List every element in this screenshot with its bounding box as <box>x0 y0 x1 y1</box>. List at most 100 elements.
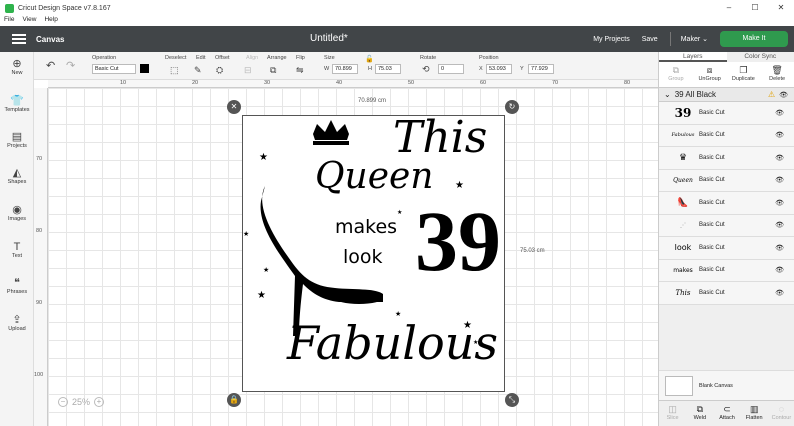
ungroup-icon: ⧈ <box>706 65 713 75</box>
design-text-queen: Queen <box>315 156 434 197</box>
layer-row[interactable]: This Basic Cut 👁 <box>659 282 794 305</box>
blank-canvas-swatch[interactable] <box>665 375 693 396</box>
delete-handle-icon[interactable]: ✕ <box>227 100 241 114</box>
width-input[interactable]: 70.899 <box>332 64 358 74</box>
selected-design[interactable]: ★ ★ ★ ★ ★ ★ ★ ★ ★ This Queen makes look … <box>242 112 505 392</box>
sidebar-item-shapes[interactable]: ◭ Shapes <box>0 167 34 185</box>
machine-select[interactable]: Maker ⌄ <box>681 35 708 43</box>
menu-view[interactable]: View <box>22 16 36 26</box>
ruler-tick-label: 10 <box>120 80 127 86</box>
eye-icon[interactable]: 👁 <box>779 91 788 99</box>
my-projects-link[interactable]: My Projects <box>593 36 630 43</box>
hamburger-menu-icon[interactable] <box>12 34 26 44</box>
header-divider <box>669 32 671 46</box>
edit-pen-icon[interactable]: ✎ <box>194 65 202 76</box>
action-label: Contour <box>771 415 792 421</box>
sidebar-item-label: Upload <box>8 326 26 332</box>
color-swatch[interactable] <box>140 64 149 73</box>
layer-group[interactable]: ⌄ 39 All Black ⚠ 👁 <box>659 88 794 102</box>
design-text-fabulous: Fabulous <box>287 316 498 370</box>
arrange-icon[interactable]: ⧉ <box>270 65 276 76</box>
offset-icon[interactable]: ⛭ <box>216 65 223 76</box>
eye-icon[interactable]: 👁 <box>775 199 784 207</box>
sidebar-item-label: Text <box>11 253 23 259</box>
resize-handle-icon[interactable]: ⤡ <box>505 393 519 407</box>
sidebar-item-images[interactable]: ◉ Images <box>0 204 34 222</box>
delete-button[interactable]: 🗑 Delete <box>760 62 794 87</box>
layer-name: Basic Cut <box>699 222 725 229</box>
layer-row[interactable]: 39 Basic Cut 👁 <box>659 102 794 125</box>
layer-row[interactable]: Queen Basic Cut 👁 <box>659 170 794 192</box>
operation-select[interactable]: Basic Cut <box>92 64 136 74</box>
lock-icon[interactable]: 🔓 <box>365 55 374 63</box>
eye-icon[interactable]: 👁 <box>775 266 784 274</box>
undo-icon[interactable]: ↶ <box>46 59 55 72</box>
sidebar-item-label: Phrases <box>6 289 28 295</box>
rotate-label: Rotate <box>420 55 437 61</box>
sidebar-item-phrases[interactable]: ❝ Phrases <box>0 277 34 295</box>
sidebar-item-new[interactable]: ⊕ New <box>0 58 34 76</box>
sidebar-item-upload[interactable]: ⇪ Upload <box>0 314 34 332</box>
flip-icon[interactable]: ⇋ <box>296 65 304 76</box>
svg-text:★: ★ <box>397 209 402 216</box>
ruler-vertical: 70 80 90 100 <box>34 88 48 426</box>
layer-row[interactable]: makes Basic Cut 👁 <box>659 260 794 282</box>
redo-icon[interactable]: ↷ <box>66 59 75 72</box>
eye-icon[interactable]: 👁 <box>775 131 784 139</box>
group-button[interactable]: ⧉ Group <box>659 62 693 87</box>
zoom-in-icon[interactable]: + <box>94 397 105 407</box>
layer-row[interactable]: 👠 Basic Cut 👁 <box>659 192 794 215</box>
eye-icon[interactable]: 👁 <box>775 154 784 162</box>
layer-row[interactable]: ♛ Basic Cut 👁 <box>659 147 794 170</box>
minimize-button[interactable]: – <box>716 0 742 16</box>
layer-name: Basic Cut <box>699 244 725 251</box>
height-input[interactable]: 75.03 <box>375 64 401 74</box>
lock-handle-icon[interactable]: 🔒 <box>227 393 241 407</box>
edit-label: Edit <box>196 55 206 61</box>
shapes-icon: ◭ <box>12 167 22 179</box>
zoom-level: 25% <box>72 397 91 407</box>
contour-button[interactable]: ◌ Contour <box>768 401 794 426</box>
sidebar-item-text[interactable]: T Text <box>0 241 34 259</box>
eye-icon[interactable]: 👁 <box>775 289 784 297</box>
menu-file[interactable]: File <box>4 16 14 26</box>
attach-button[interactable]: ⊂ Attach <box>713 401 740 426</box>
eye-icon[interactable]: 👁 <box>775 176 784 184</box>
make-it-button[interactable]: Make It <box>720 31 788 47</box>
deselect-label: Deselect <box>165 55 187 61</box>
close-window-button[interactable]: ✕ <box>768 0 794 16</box>
eye-icon[interactable]: 👁 <box>775 109 784 117</box>
sidebar-item-projects[interactable]: ▤ Projects <box>0 131 34 149</box>
menu-help[interactable]: Help <box>44 16 57 26</box>
rotate-handle-icon[interactable]: ↻ <box>505 100 519 114</box>
layer-row[interactable]: ⋰ Basic Cut 👁 <box>659 215 794 237</box>
flatten-button[interactable]: ▥ Flatten <box>741 401 768 426</box>
layer-row[interactable]: look Basic Cut 👁 <box>659 237 794 260</box>
ungroup-button[interactable]: ⧈ UnGroup <box>693 62 727 87</box>
eye-icon[interactable]: 👁 <box>775 221 784 229</box>
deselect-icon[interactable]: ⬚ <box>170 65 179 76</box>
slice-icon: ◫ <box>668 404 677 414</box>
maximize-button[interactable]: ☐ <box>742 0 768 16</box>
eye-icon[interactable]: 👁 <box>775 244 784 252</box>
layer-row[interactable]: Fabulous Basic Cut 👁 <box>659 125 794 147</box>
ruler-tick-label: 70 <box>552 80 559 86</box>
duplicate-icon: ❐ <box>739 65 748 75</box>
x-position-input[interactable]: 53.093 <box>486 64 512 74</box>
slice-button[interactable]: ◫ Slice <box>659 401 686 426</box>
align-icon[interactable]: ⊟ <box>244 65 252 76</box>
blank-canvas-label: Blank Canvas <box>699 382 733 389</box>
weld-button[interactable]: ⧉ Weld <box>686 401 713 426</box>
tab-color-sync[interactable]: Color Sync <box>727 52 794 62</box>
sidebar-item-templates[interactable]: 👕 Templates <box>0 95 34 113</box>
zoom-out-icon[interactable]: − <box>58 397 68 407</box>
layers-panel: Layers Color Sync ⧉ Group ⧈ UnGroup ❐ Dupli… <box>658 52 794 426</box>
y-position-input[interactable]: 77.929 <box>528 64 554 74</box>
blank-canvas-row[interactable]: Blank Canvas <box>659 370 794 400</box>
save-link[interactable]: Save <box>642 36 658 43</box>
chevron-down-icon[interactable]: ⌄ <box>664 90 671 99</box>
tab-layers[interactable]: Layers <box>659 52 727 62</box>
window-titlebar: Cricut Design Space v7.8.167 – ☐ ✕ <box>0 0 794 16</box>
duplicate-button[interactable]: ❐ Duplicate <box>727 62 761 87</box>
rotate-input[interactable]: 0 <box>438 64 464 74</box>
